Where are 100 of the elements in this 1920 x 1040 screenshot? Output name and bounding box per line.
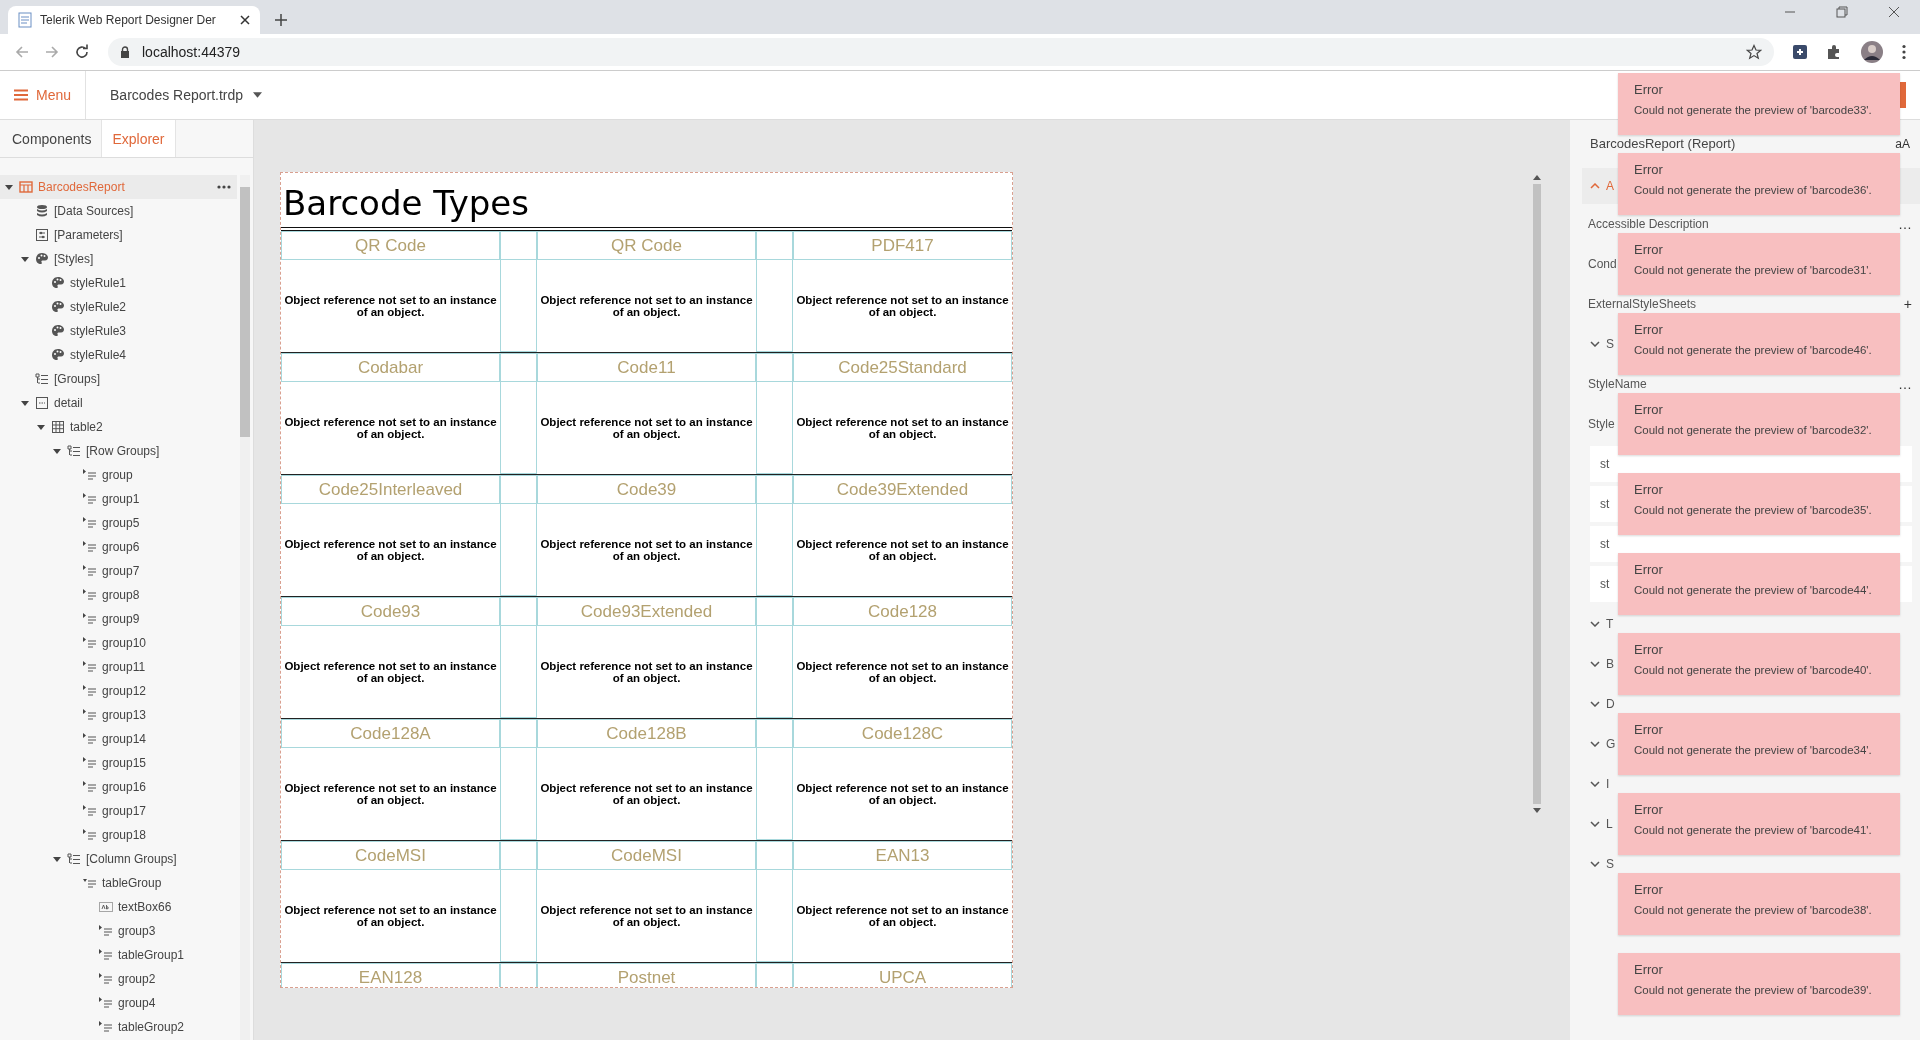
section-header[interactable]: I (1606, 777, 1610, 791)
tree-item[interactable]: group2 (0, 967, 237, 991)
chevron-up-icon[interactable] (1590, 183, 1600, 189)
expanded-arrow-icon[interactable] (4, 182, 14, 192)
tree-item[interactable]: group9 (0, 607, 237, 631)
tree-item[interactable]: [Parameters] (0, 223, 237, 247)
chevron-down-icon[interactable] (1590, 861, 1600, 867)
tree-item[interactable]: tableGroup1 (0, 943, 237, 967)
tree-item[interactable]: table2 (0, 415, 237, 439)
tree-item[interactable]: group18 (0, 823, 237, 847)
tree-item[interactable]: styleRule2 (0, 295, 237, 319)
group-icon[interactable] (83, 612, 97, 626)
chevron-down-icon[interactable] (1590, 821, 1600, 827)
section-header[interactable]: S (1606, 857, 1614, 871)
address-field[interactable]: localhost:44379 (108, 38, 1774, 66)
group-icon[interactable] (99, 948, 113, 962)
tree-item[interactable]: group1 (0, 487, 237, 511)
new-tab-icon[interactable] (274, 13, 288, 27)
section-header[interactable]: B (1606, 657, 1614, 671)
group-icon[interactable] (83, 564, 97, 578)
error-notification[interactable]: Error Could not generate the preview of 'barcode36'. (1618, 153, 1900, 215)
tree-item[interactable]: group11 (0, 655, 237, 679)
group-icon[interactable] (83, 828, 97, 842)
avatar-icon[interactable] (1860, 40, 1884, 64)
expanded-arrow-icon[interactable] (52, 446, 62, 456)
tree-item[interactable]: [Column Groups] (0, 847, 237, 871)
tree-item[interactable]: group3 (0, 919, 237, 943)
error-notification[interactable]: Error Could not generate the preview of 'barcode41'. (1618, 793, 1900, 855)
section-header[interactable]: T (1606, 617, 1614, 631)
tree-item[interactable]: group10 (0, 631, 237, 655)
restore-icon[interactable] (1836, 5, 1848, 18)
tree-item[interactable]: group5 (0, 511, 237, 535)
group-icon[interactable] (99, 996, 113, 1010)
expanded-group-icon[interactable] (83, 876, 97, 890)
group-icon[interactable] (99, 972, 113, 986)
tree-item[interactable]: group13 (0, 703, 237, 727)
browser-tab[interactable]: Telerik Web Report Designer Der (8, 6, 260, 34)
tree-item[interactable]: group12 (0, 679, 237, 703)
tree-item[interactable]: group15 (0, 751, 237, 775)
tree-item[interactable]: styleRule1 (0, 271, 237, 295)
error-notification[interactable]: Error Could not generate the preview of 'barcode44'. (1618, 553, 1900, 615)
text-size-button[interactable]: aA (1895, 137, 1910, 151)
tree-item[interactable]: tableGroup2 (0, 1015, 237, 1039)
error-notification[interactable]: Error Could not generate the preview of 'barcode35'. (1618, 473, 1900, 535)
error-notification[interactable]: Error Could not generate the preview of 'barcode32'. (1618, 393, 1900, 455)
group-icon[interactable] (83, 588, 97, 602)
chevron-down-icon[interactable] (1590, 781, 1600, 787)
expanded-arrow-icon[interactable] (20, 398, 30, 408)
close-icon[interactable] (1888, 5, 1900, 18)
scroll-down-icon[interactable] (1533, 808, 1541, 813)
group-icon[interactable] (99, 1020, 113, 1034)
section-header[interactable]: S (1606, 337, 1614, 351)
tree-item[interactable]: detail (0, 391, 237, 415)
group-icon[interactable] (83, 804, 97, 818)
property-action-button[interactable]: … (1898, 377, 1912, 391)
error-notification[interactable]: Error Could not generate the preview of 'barcode39'. (1618, 953, 1900, 1015)
group-icon[interactable] (83, 540, 97, 554)
error-notification[interactable]: Error Could not generate the preview of 'barcode34'. (1618, 713, 1900, 775)
chevron-down-icon[interactable] (1590, 621, 1600, 627)
tree-item[interactable]: [Groups] (0, 367, 237, 391)
chevron-down-icon[interactable] (1590, 341, 1600, 347)
expanded-arrow-icon[interactable] (52, 854, 62, 864)
error-notification[interactable]: Error Could not generate the preview of 'barcode46'. (1618, 313, 1900, 375)
property-action-button[interactable]: … (1898, 217, 1912, 231)
tree-item[interactable]: group8 (0, 583, 237, 607)
tree-item[interactable]: tableGroup (0, 871, 237, 895)
error-notification[interactable]: Error Could not generate the preview of 'barcode33'. (1618, 73, 1900, 135)
error-notification[interactable]: Error Could not generate the preview of 'barcode31'. (1618, 233, 1900, 295)
tree-item[interactable]: group4 (0, 991, 237, 1015)
scroll-up-icon[interactable] (1533, 175, 1541, 180)
reload-icon[interactable] (74, 44, 90, 60)
tree-item[interactable]: [Row Groups] (0, 439, 237, 463)
group-icon[interactable] (83, 780, 97, 794)
group-icon[interactable] (83, 684, 97, 698)
close-icon[interactable] (240, 15, 250, 25)
more-icon[interactable] (217, 185, 231, 189)
tree-item[interactable]: styleRule4 (0, 343, 237, 367)
group-icon[interactable] (83, 636, 97, 650)
tree-item[interactable]: [Styles] (0, 247, 237, 271)
group-icon[interactable] (83, 468, 97, 482)
extension-icon[interactable] (1792, 44, 1808, 60)
tree-item[interactable]: textBox66 (0, 895, 237, 919)
chevron-down-icon[interactable] (1590, 701, 1600, 707)
error-notification[interactable]: Error Could not generate the preview of 'barcode38'. (1618, 873, 1900, 935)
menu-dots-icon[interactable] (1902, 44, 1906, 60)
chevron-down-icon[interactable] (1590, 741, 1600, 747)
group-icon[interactable] (83, 756, 97, 770)
file-dropdown[interactable]: Barcodes Report.trdp (86, 87, 287, 103)
section-header[interactable]: G (1606, 737, 1616, 751)
scrollbar[interactable] (240, 175, 250, 1040)
section-header[interactable]: L (1606, 817, 1613, 831)
tree-item[interactable]: group7 (0, 559, 237, 583)
group-icon[interactable] (99, 924, 113, 938)
section-header[interactable]: D (1606, 697, 1615, 711)
property-action-button[interactable]: + (1903, 297, 1912, 311)
group-icon[interactable] (83, 732, 97, 746)
tree-item[interactable]: styleRule3 (0, 319, 237, 343)
star-icon[interactable] (1746, 44, 1762, 60)
group-icon[interactable] (83, 492, 97, 506)
error-notification[interactable]: Error Could not generate the preview of 'barcode40'. (1618, 633, 1900, 695)
